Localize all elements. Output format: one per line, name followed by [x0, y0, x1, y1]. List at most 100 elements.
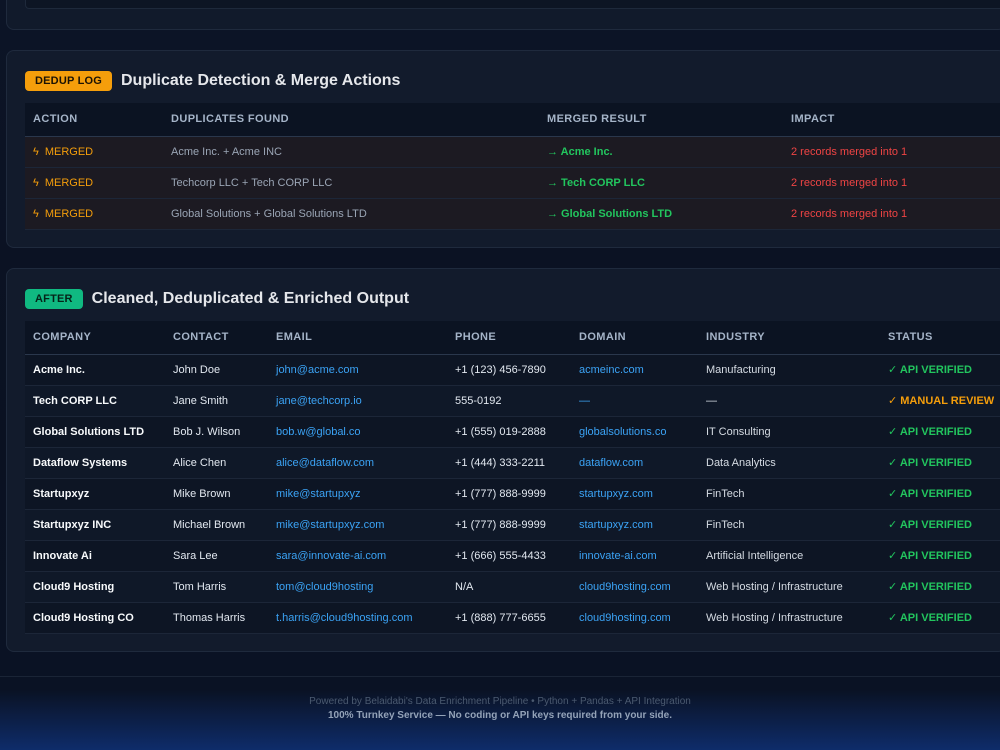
dedup-log-badge: DEDUP LOG — [25, 71, 112, 91]
table-row: ϟ MERGED Acme Inc. + Acme INC → Acme Inc. 2 … — [25, 136, 1000, 168]
phone-cell: +1 (123) 456-7890 — [447, 354, 571, 386]
table-row: Global Solutions LTD Bob J. Wilson bob.w@g… — [25, 416, 1000, 448]
action-cell: ϟ MERGED — [25, 167, 163, 199]
table-row: Tech CORP LLC Jane Smith jane@techcorp.io 5… — [25, 385, 1000, 417]
action-label: MERGED — [44, 176, 94, 189]
industry-cell: Artificial Intelligence — [698, 540, 880, 572]
column-header-industry[interactable]: INDUSTRY — [698, 321, 880, 355]
lightning-bolt-icon: ϟ — [33, 207, 39, 220]
column-header-impact[interactable]: IMPACT — [783, 103, 1000, 137]
table-row: Startupxyz Mike Brown mike@startupxyz +1 (7… — [25, 478, 1000, 510]
company-cell: Startupxyz — [25, 478, 165, 510]
table-row: Cloud9 Hosting CO Thomas Harris t.harris@c… — [25, 602, 1000, 634]
action-cell: ϟ MERGED — [25, 198, 163, 230]
company-cell: Global Solutions LTD — [25, 416, 165, 448]
column-header-email[interactable]: EMAIL — [268, 321, 447, 355]
previous-panel — [6, 0, 1000, 30]
company-cell: Innovate Ai — [25, 540, 165, 572]
phone-cell: +1 (777) 888-9999 — [447, 478, 571, 510]
phone-cell: 555-0192 — [447, 385, 571, 417]
industry-cell: — — [698, 385, 880, 417]
column-header-phone[interactable]: PHONE — [447, 321, 571, 355]
column-header-domain[interactable]: DOMAIN — [571, 321, 698, 355]
status-badge: ✓ API VERIFIED — [880, 540, 1000, 572]
contact-cell: Sara Lee — [165, 540, 268, 572]
domain-link[interactable]: acmeinc.com — [571, 354, 698, 386]
status-badge: ✓ API VERIFIED — [880, 416, 1000, 448]
domain-link[interactable]: cloud9hosting.com — [571, 571, 698, 603]
impact-cell: 2 records merged into 1 — [783, 167, 1000, 199]
enriched-output-title: Cleaned, Deduplicated & Enriched Output — [91, 290, 410, 307]
footer-credits: Powered by Belaidabi's Data Enrichment P… — [309, 696, 691, 707]
email-link[interactable]: bob.w@global.co — [268, 416, 447, 448]
domain-link[interactable]: startupxyz.com — [571, 509, 698, 541]
impact-cell: 2 records merged into 1 — [783, 136, 1000, 168]
industry-cell: Data Analytics — [698, 447, 880, 479]
column-header-merged-result[interactable]: MERGED RESULT — [539, 103, 783, 137]
table-row: Startupxyz INC Michael Brown mike@startupx… — [25, 509, 1000, 541]
company-cell: Tech CORP LLC — [25, 385, 165, 417]
domain-link[interactable]: innovate-ai.com — [571, 540, 698, 572]
merged-result-cell: → Acme Inc. — [539, 136, 783, 168]
industry-cell: Manufacturing — [698, 354, 880, 386]
column-header-contact[interactable]: CONTACT — [165, 321, 268, 355]
action-label: MERGED — [44, 145, 94, 158]
domain-link[interactable]: globalsolutions.co — [571, 416, 698, 448]
domain-link[interactable]: startupxyz.com — [571, 478, 698, 510]
contact-cell: Thomas Harris — [165, 602, 268, 634]
domain-link[interactable]: dataflow.com — [571, 447, 698, 479]
column-header-action[interactable]: ACTION — [25, 103, 163, 137]
status-badge: ✓ API VERIFIED — [880, 571, 1000, 603]
company-cell: Acme Inc. — [25, 354, 165, 386]
status-badge: ✓ API VERIFIED — [880, 509, 1000, 541]
lightning-bolt-icon: ϟ — [33, 176, 39, 189]
dedup-log-header: DEDUP LOG Duplicate Detection & Merge Ac… — [25, 71, 400, 91]
phone-cell: +1 (555) 019-2888 — [447, 416, 571, 448]
status-badge: ✓ API VERIFIED — [880, 354, 1000, 386]
email-link[interactable]: alice@dataflow.com — [268, 447, 447, 479]
column-header-company[interactable]: COMPANY — [25, 321, 165, 355]
company-cell: Cloud9 Hosting — [25, 571, 165, 603]
contact-cell: Mike Brown — [165, 478, 268, 510]
duplicates-cell: Techcorp LLC + Tech CORP LLC — [163, 167, 539, 199]
column-header-duplicates[interactable]: DUPLICATES FOUND — [163, 103, 539, 137]
table-header-row: COMPANY CONTACT EMAIL PHONE DOMAIN INDUS… — [25, 321, 1000, 355]
company-cell: Cloud9 Hosting CO — [25, 602, 165, 634]
email-link[interactable]: jane@techcorp.io — [268, 385, 447, 417]
email-link[interactable]: john@acme.com — [268, 354, 447, 386]
email-link[interactable]: mike@startupxyz.com — [268, 509, 447, 541]
phone-cell: +1 (888) 777-6655 — [447, 602, 571, 634]
contact-cell: Tom Harris — [165, 571, 268, 603]
status-badge: ✓ API VERIFIED — [880, 602, 1000, 634]
lightning-bolt-icon: ϟ — [33, 145, 39, 158]
domain-link[interactable]: — — [571, 385, 698, 417]
contact-cell: Alice Chen — [165, 447, 268, 479]
email-link[interactable]: mike@startupxyz — [268, 478, 447, 510]
contact-cell: Michael Brown — [165, 509, 268, 541]
industry-cell: Web Hosting / Infrastructure — [698, 571, 880, 603]
email-link[interactable]: t.harris@cloud9hosting.com — [268, 602, 447, 634]
table-row: Innovate Ai Sara Lee sara@innovate-ai.com +… — [25, 540, 1000, 572]
industry-cell: FinTech — [698, 478, 880, 510]
domain-link[interactable]: cloud9hosting.com — [571, 602, 698, 634]
contact-cell: Bob J. Wilson — [165, 416, 268, 448]
footer-divider — [0, 676, 1000, 677]
status-badge: ✓ MANUAL REVIEW — [880, 385, 1000, 417]
enriched-output-panel: AFTER Cleaned, Deduplicated & Enriched O… — [6, 268, 1000, 652]
footer-tagline: 100% Turnkey Service — No coding or API … — [328, 710, 672, 721]
table-row: ϟ MERGED Global Solutions + Global Solutio… — [25, 198, 1000, 230]
action-cell: ϟ MERGED — [25, 136, 163, 168]
contact-cell: Jane Smith — [165, 385, 268, 417]
table-row: Dataflow Systems Alice Chen alice@dataflow… — [25, 447, 1000, 479]
table-row: ϟ MERGED Techcorp LLC + Tech CORP LLC → Tec… — [25, 167, 1000, 199]
column-header-status[interactable]: STATUS — [880, 321, 1000, 355]
company-cell: Startupxyz INC — [25, 509, 165, 541]
email-link[interactable]: sara@innovate-ai.com — [268, 540, 447, 572]
dedup-log-panel: DEDUP LOG Duplicate Detection & Merge Ac… — [6, 50, 1000, 248]
merged-result-cell: → Tech CORP LLC — [539, 167, 783, 199]
email-link[interactable]: tom@cloud9hosting — [268, 571, 447, 603]
phone-cell: +1 (666) 555-4433 — [447, 540, 571, 572]
industry-cell: FinTech — [698, 509, 880, 541]
table-row: Acme Inc. John Doe john@acme.com +1 (123) 4… — [25, 354, 1000, 386]
merged-result-cell: → Global Solutions LTD — [539, 198, 783, 230]
